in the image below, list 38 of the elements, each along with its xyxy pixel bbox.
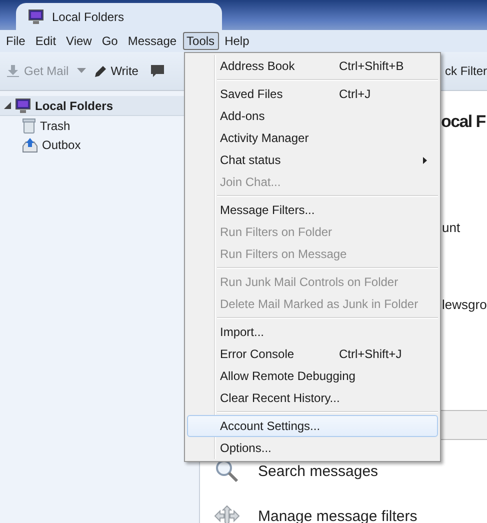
filter-icon (214, 505, 240, 523)
write-button[interactable]: Write (94, 64, 138, 78)
menu-item[interactable]: Options... (187, 437, 438, 459)
folder-label[interactable]: Trash (40, 118, 70, 132)
menu-item[interactable]: Error Console Ctrl+Shift+J (187, 343, 438, 365)
menu-title[interactable]: File (2, 32, 30, 50)
content-text: unt (442, 220, 460, 235)
content-text: lewsgro (442, 297, 487, 312)
menu-item[interactable]: Account Settings... (187, 415, 438, 437)
window-tab[interactable]: Local Folders (16, 3, 222, 30)
action-link[interactable]: Search messages (258, 462, 378, 480)
menu-title[interactable]: Help (220, 32, 254, 50)
menu-item[interactable]: Address Book Ctrl+Shift+B (187, 55, 438, 77)
menu-title[interactable]: Tools (182, 32, 219, 50)
menu-title[interactable]: Message (124, 32, 181, 50)
menu-item[interactable]: Activity Manager (187, 127, 438, 149)
trash-icon (22, 118, 36, 134)
tab-title: Local Folders (52, 10, 124, 24)
outbox-icon (22, 136, 38, 152)
chat-icon[interactable] (150, 64, 166, 78)
pencil-icon (94, 64, 107, 78)
menu-title[interactable]: Edit (31, 32, 60, 50)
menu-item[interactable]: Chat status (187, 149, 438, 171)
account-heading: ocal F (441, 111, 486, 133)
menu-item[interactable]: Message Filters... (187, 199, 438, 221)
download-icon (6, 64, 20, 78)
menu-item[interactable]: Import... (187, 321, 438, 343)
folder-label[interactable]: Outbox (42, 138, 81, 152)
computer-icon (15, 98, 31, 114)
menu-item[interactable]: Allow Remote Debugging (187, 365, 438, 387)
menu-title[interactable]: View (62, 32, 96, 50)
monitor-icon (28, 8, 44, 24)
quick-filter-button[interactable]: ck Filter (445, 64, 487, 78)
expander-icon[interactable] (4, 102, 11, 109)
dropdown-icon[interactable] (76, 68, 86, 74)
menu-item[interactable]: Clear Recent History... (187, 387, 438, 409)
folder-label[interactable]: Local Folders (35, 98, 114, 112)
menu-title[interactable]: Go (98, 32, 122, 50)
